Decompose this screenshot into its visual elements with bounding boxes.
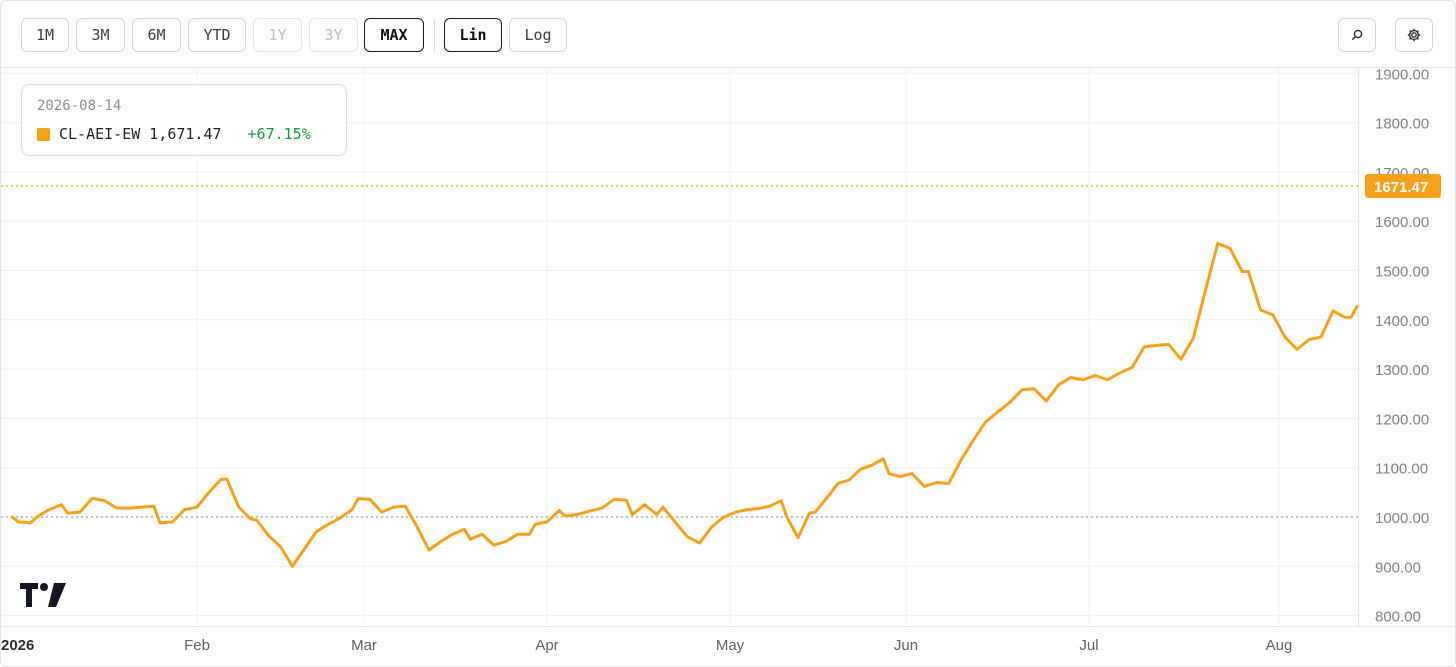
y-tick-label: 800.00 [1375,609,1421,626]
legend-change: +67.15% [247,125,311,143]
legend-value: 1,671.47 [149,125,222,143]
x-tick-label: Jun [894,637,918,654]
x-tick-label: Jul [1079,637,1098,654]
tradingview-logo-icon [20,583,66,607]
series-line [10,241,1359,568]
y-tick-label: 1400.00 [1375,313,1429,330]
y-tick-label: 1100.00 [1375,461,1428,478]
legend-tooltip: 2026-08-14 CL-AEI-EW 1,671.47 +67.15% [21,84,347,156]
x-tick-label: Apr [535,637,558,654]
legend-date: 2026-08-14 [37,98,122,114]
y-tick-label: 900.00 [1375,559,1421,576]
chart-widget: 1M 3M 6M YTD 1Y 3Y MAX Lin Log 800.0090 [0,0,1456,667]
x-tick-label: Aug [1266,637,1293,654]
x-tick-label: Feb [184,637,210,654]
series-swatch [37,127,50,141]
x-tick-label: 2026 [1,637,34,654]
y-tick-label: 1900.00 [1375,66,1429,83]
y-tick-label: 1000.00 [1375,510,1429,527]
x-tick-label: Mar [351,637,377,654]
x-tick-label: May [716,637,745,654]
y-tick-label: 1800.00 [1375,116,1429,133]
legend-row: CL-AEI-EW 1,671.47 +67.15% [37,125,311,143]
last-value-label: 1671.47 [1374,179,1428,196]
y-tick-label: 1300.00 [1375,362,1429,379]
y-tick-label: 1500.00 [1375,264,1429,281]
y-tick-label: 1600.00 [1375,214,1429,231]
legend-series-name: CL-AEI-EW [59,125,141,143]
y-tick-label: 1200.00 [1375,411,1429,428]
